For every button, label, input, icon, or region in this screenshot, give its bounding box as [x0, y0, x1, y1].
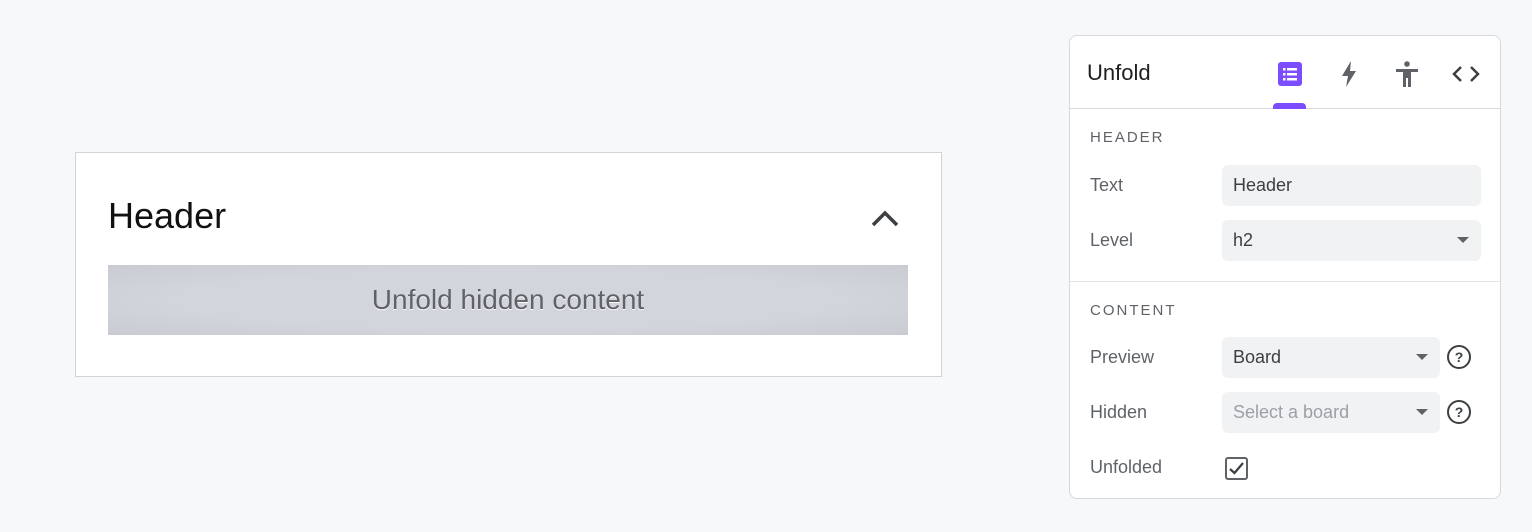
level-label: Level — [1090, 230, 1134, 250]
preview-label: Preview — [1090, 347, 1155, 367]
dropdown-caret-icon — [1416, 409, 1428, 415]
help-glyph: ? — [1454, 404, 1464, 420]
properties-panel: Unfold HEADER Text Header Level h2 CONTE… — [1069, 35, 1501, 499]
unfold-component: Header Unfold hidden content — [75, 152, 942, 377]
preview-select-value: Board — [1233, 347, 1282, 367]
hidden-content-label: Unfold hidden content — [371, 284, 645, 315]
level-select-value: h2 — [1233, 230, 1254, 250]
active-tab-indicator — [1273, 103, 1306, 109]
panel-header: Unfold — [1070, 36, 1500, 109]
chevron-up-icon[interactable] — [870, 208, 900, 228]
dropdown-caret-icon — [1416, 354, 1428, 360]
checkmark-icon — [1229, 462, 1244, 475]
dropdown-caret-icon — [1457, 237, 1469, 243]
lightning-icon — [1342, 61, 1356, 87]
unfold-hidden-content-button[interactable]: Unfold hidden content — [108, 265, 908, 335]
hidden-label: Hidden — [1090, 402, 1148, 422]
unfold-header-text: Header — [108, 195, 227, 236]
tab-actions[interactable] — [1329, 54, 1369, 94]
tab-properties[interactable] — [1270, 54, 1310, 94]
tab-code[interactable] — [1446, 54, 1486, 94]
level-select[interactable]: h2 — [1222, 220, 1481, 261]
tab-accessibility[interactable] — [1387, 54, 1427, 94]
text-label: Text — [1090, 175, 1124, 195]
unfolded-checkbox[interactable] — [1225, 457, 1248, 480]
code-icon — [1452, 66, 1480, 82]
hidden-select[interactable]: Select a board — [1222, 392, 1440, 433]
help-icon[interactable]: ? — [1447, 345, 1471, 369]
section-content-title: CONTENT — [1090, 302, 1177, 319]
section-header-title: HEADER — [1090, 129, 1165, 146]
text-input[interactable]: Header — [1222, 165, 1481, 206]
hidden-select-placeholder: Select a board — [1233, 402, 1350, 422]
text-input-value: Header — [1233, 175, 1293, 195]
list-icon — [1278, 62, 1302, 86]
section-divider — [1070, 281, 1500, 282]
preview-select[interactable]: Board — [1222, 337, 1440, 378]
help-glyph: ? — [1454, 349, 1464, 365]
panel-title: Unfold — [1087, 60, 1151, 85]
help-icon[interactable]: ? — [1447, 400, 1471, 424]
accessibility-icon — [1396, 61, 1418, 87]
unfolded-label: Unfolded — [1090, 457, 1163, 477]
